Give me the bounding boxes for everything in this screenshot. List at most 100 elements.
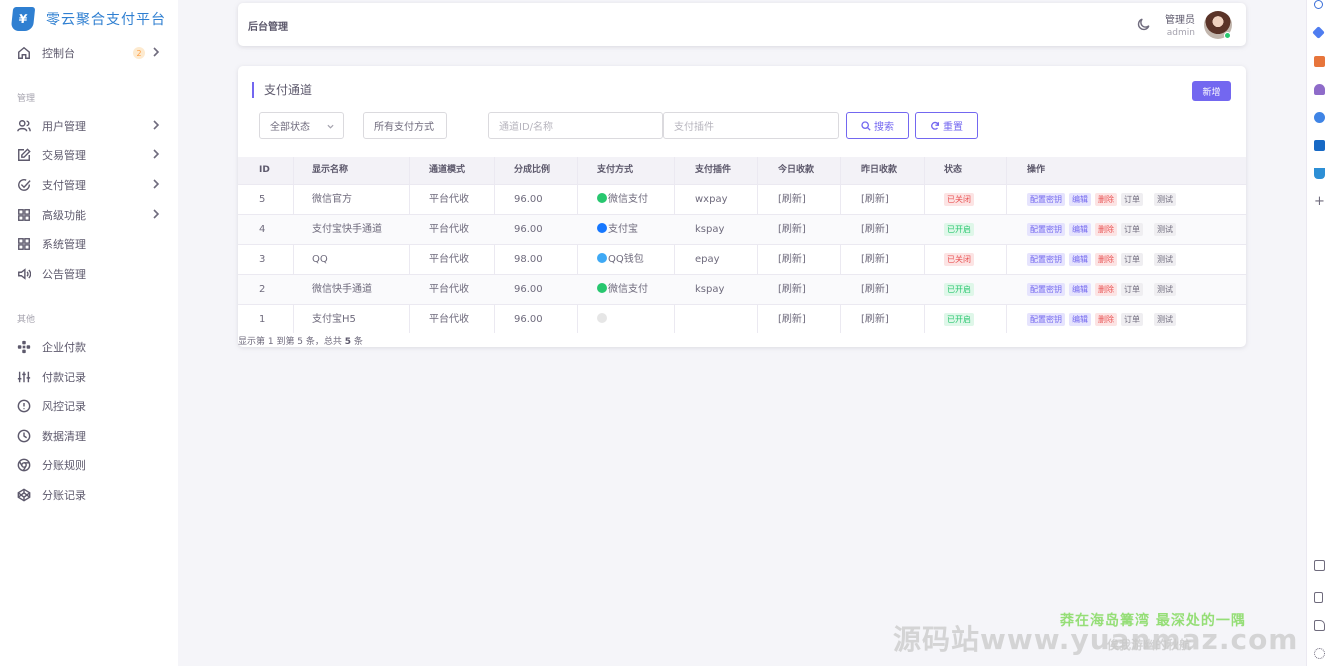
status-badge[interactable]: 已关闭 <box>944 253 974 266</box>
sidebar-item-advanced[interactable]: 高级功能 <box>0 201 178 229</box>
page-title: 后台管理 <box>248 22 288 33</box>
cell-today-refresh[interactable]: [刷新] <box>778 305 806 334</box>
user-icon[interactable] <box>1314 84 1325 95</box>
cell-pay-method: 微信支付 <box>597 185 648 214</box>
orders-button[interactable]: 订单 <box>1121 223 1143 236</box>
edit-button[interactable]: 编辑 <box>1069 253 1091 266</box>
sidebar-item-label: 系统管理 <box>42 238 86 251</box>
test-button[interactable]: 测试 <box>1154 223 1176 236</box>
sliders-icon <box>17 370 31 384</box>
sidebar-item-data-cleanup[interactable]: 数据清理 <box>0 422 178 450</box>
test-button[interactable]: 测试 <box>1154 193 1176 206</box>
sidebar-item-dashboard[interactable]: 控制台 2 <box>0 39 178 67</box>
cell-status: 已关闭 <box>944 245 974 274</box>
cell-yesterday-refresh[interactable]: [刷新] <box>861 275 889 304</box>
status-badge[interactable]: 已开启 <box>944 283 974 296</box>
config-key-button[interactable]: 配置密钥 <box>1027 253 1065 266</box>
sidebar-item-split-records[interactable]: 分账记录 <box>0 481 178 509</box>
users-icon <box>17 119 31 133</box>
cell-today-refresh[interactable]: [刷新] <box>778 245 806 274</box>
pay-method-icon <box>597 253 607 263</box>
status-select-value: 全部状态 <box>270 122 310 133</box>
status-badge[interactable]: 已关闭 <box>944 193 974 206</box>
cell-yesterday-refresh[interactable]: [刷新] <box>861 245 889 274</box>
cell-yesterday-refresh[interactable]: [刷新] <box>861 215 889 244</box>
sidebar-item-payment-records[interactable]: 付款记录 <box>0 363 178 391</box>
sidebar-item-label: 支付管理 <box>42 179 86 192</box>
cell-id: 5 <box>259 194 266 205</box>
moon-icon[interactable] <box>1137 17 1151 31</box>
user-info[interactable]: 管理员 admin <box>1165 11 1195 38</box>
sidebar-item-split-rules[interactable]: 分账规则 <box>0 451 178 479</box>
test-button[interactable]: 测试 <box>1154 283 1176 296</box>
watermark-subline: 俟我游幽的秋航 <box>1107 638 1192 652</box>
config-key-button[interactable]: 配置密钥 <box>1027 223 1065 236</box>
status-select[interactable]: 全部状态 <box>259 112 344 139</box>
brand[interactable]: ¥ 零云聚合支付平台 <box>0 0 178 38</box>
cell-name: 微信快手通道 <box>312 284 372 295</box>
test-button[interactable]: 测试 <box>1154 313 1176 326</box>
sidebar-item-risk-records[interactable]: 风控记录 <box>0 392 178 420</box>
pay-type-select[interactable]: 所有支付方式 <box>363 112 447 139</box>
cell-name: 微信官方 <box>312 194 352 205</box>
delete-button[interactable]: 删除 <box>1095 313 1117 326</box>
sidebar-toggle-icon[interactable] <box>1314 592 1323 603</box>
plus-icon[interactable]: + <box>1314 195 1325 208</box>
cell-yesterday-refresh[interactable]: [刷新] <box>861 185 889 214</box>
status-badge[interactable]: 已开启 <box>944 223 974 236</box>
sidebar-item-label: 高级功能 <box>42 209 86 222</box>
sidebar-item-label: 交易管理 <box>42 149 86 162</box>
add-channel-button[interactable]: 新增 <box>1192 81 1231 101</box>
cell-actions: 配置密钥 编辑 删除 订单 测试 <box>1027 305 1180 334</box>
edit-button[interactable]: 编辑 <box>1069 313 1091 326</box>
config-key-button[interactable]: 配置密钥 <box>1027 193 1065 206</box>
cell-plugin: wxpay <box>695 194 728 205</box>
sidebar-item-announcements[interactable]: 公告管理 <box>0 260 178 288</box>
test-button[interactable]: 测试 <box>1154 253 1176 266</box>
gear-icon[interactable] <box>1314 648 1325 659</box>
config-key-button[interactable]: 配置密钥 <box>1027 283 1065 296</box>
search-button[interactable]: 搜索 <box>846 112 909 139</box>
column-header: 操作 <box>1027 165 1046 175</box>
delete-button[interactable]: 删除 <box>1095 283 1117 296</box>
sidebar-item-payments[interactable]: 支付管理 <box>0 171 178 199</box>
sidebar-item-label: 数据清理 <box>42 430 86 443</box>
plugin-search-input[interactable]: 支付插件 <box>663 112 839 139</box>
screenshot-icon[interactable] <box>1314 560 1325 571</box>
cell-id: 4 <box>259 224 266 235</box>
orders-button[interactable]: 订单 <box>1121 283 1143 296</box>
sidebar-item-system[interactable]: 系统管理 <box>0 230 178 258</box>
column-header: 今日收款 <box>778 165 815 175</box>
sidebar-item-trades[interactable]: 交易管理 <box>0 141 178 169</box>
cell-today-refresh[interactable]: [刷新] <box>778 215 806 244</box>
cell-today-refresh[interactable]: [刷新] <box>778 185 806 214</box>
cell-today-refresh[interactable]: [刷新] <box>778 275 806 304</box>
reset-button[interactable]: 重置 <box>915 112 978 139</box>
orders-button[interactable]: 订单 <box>1121 313 1143 326</box>
edit-button[interactable]: 编辑 <box>1069 193 1091 206</box>
delete-button[interactable]: 删除 <box>1095 223 1117 236</box>
cart-icon[interactable] <box>1314 168 1325 179</box>
status-badge[interactable]: 已开启 <box>944 313 974 326</box>
column-header: 状态 <box>944 165 963 175</box>
delete-button[interactable]: 删除 <box>1095 193 1117 206</box>
sidebar-item-users[interactable]: 用户管理 <box>0 112 178 140</box>
edit-button[interactable]: 编辑 <box>1069 223 1091 236</box>
gear-icon[interactable] <box>1314 112 1325 123</box>
tag-icon[interactable] <box>1312 26 1325 39</box>
cell-status: 已开启 <box>944 275 974 304</box>
sidebar-item-enterprise-pay[interactable]: 企业付款 <box>0 333 178 361</box>
briefcase-icon[interactable] <box>1314 56 1325 67</box>
pay-method-icon <box>597 313 607 323</box>
orders-button[interactable]: 订单 <box>1121 253 1143 266</box>
outlook-icon[interactable] <box>1314 140 1325 151</box>
column-header: 昨日收款 <box>861 165 898 175</box>
cell-yesterday-refresh[interactable]: [刷新] <box>861 305 889 334</box>
delete-button[interactable]: 删除 <box>1095 253 1117 266</box>
edit-button[interactable]: 编辑 <box>1069 283 1091 296</box>
external-link-icon[interactable] <box>1314 620 1325 631</box>
channel-search-input[interactable]: 通道ID/名称 <box>488 112 663 139</box>
config-key-button[interactable]: 配置密钥 <box>1027 313 1065 326</box>
search-icon[interactable] <box>1314 0 1323 9</box>
orders-button[interactable]: 订单 <box>1121 193 1143 206</box>
